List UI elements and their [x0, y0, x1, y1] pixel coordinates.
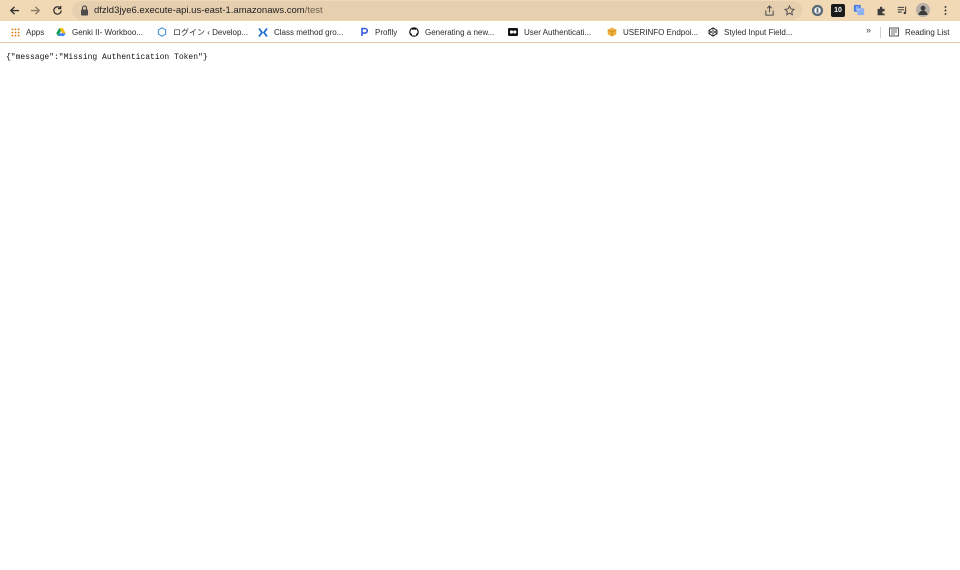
google-drive-icon [56, 27, 66, 37]
cube-icon [607, 27, 617, 37]
reload-button[interactable] [49, 2, 66, 19]
bookmarks-bar: Apps Genki II- Workboo... ログイン ‹ Develop… [0, 21, 960, 43]
reading-list-button[interactable]: Reading List [889, 25, 949, 39]
bookmark-label: User Authenticati... [524, 27, 592, 37]
forward-arrow-icon [30, 6, 41, 15]
bookmarks-divider [880, 27, 881, 38]
puzzle-extensions-icon[interactable] [874, 3, 888, 17]
url-host: dfzld3jye6.execute-api.us-east-1.amazona… [94, 5, 305, 16]
badge-extension-icon[interactable]: 10 [831, 3, 845, 17]
bookmark-userinfo[interactable]: USERINFO Endpoi... [607, 25, 698, 39]
bookmark-apps[interactable]: Apps [10, 25, 44, 39]
bookmark-proflly[interactable]: Proflly [359, 25, 397, 39]
back-button[interactable] [6, 2, 23, 19]
address-bar[interactable]: dfzld3jye6.execute-api.us-east-1.amazona… [72, 1, 802, 20]
class-method-icon [258, 27, 268, 37]
bookmark-label: Styled Input Field... [724, 27, 793, 37]
url-text: dfzld3jye6.execute-api.us-east-1.amazona… [94, 4, 323, 17]
github-icon [409, 27, 419, 37]
bookmark-label: Apps [26, 27, 45, 37]
bookmark-label: Genki II- Workboo... [72, 27, 143, 37]
bookmark-login-develop[interactable]: ログイン ‹ Develop... [157, 25, 248, 39]
bookmark-generating[interactable]: Generating a new... [409, 25, 494, 39]
apps-grid-icon [10, 27, 20, 37]
bookmark-label: Class method gro... [274, 27, 344, 37]
password-extension-icon[interactable] [810, 3, 824, 17]
reading-list-label: Reading List [905, 27, 950, 37]
share-icon[interactable] [763, 4, 776, 17]
media-icon [508, 27, 518, 37]
browser-toolbar: dfzld3jye6.execute-api.us-east-1.amazona… [0, 0, 960, 21]
bookmark-class-method[interactable]: Class method gro... [258, 25, 343, 39]
reading-list-icon [889, 27, 899, 37]
bookmark-label: Proflly [375, 27, 398, 37]
menu-kebab-icon[interactable] [938, 3, 952, 17]
bookmark-label: Generating a new... [425, 27, 495, 37]
codepen-icon [708, 27, 718, 37]
bookmark-genki[interactable]: Genki II- Workboo... [56, 25, 143, 39]
bookmark-label: USERINFO Endpoi... [623, 27, 699, 37]
back-arrow-icon [9, 6, 20, 15]
translate-icon[interactable]: G [852, 3, 866, 17]
page-content: {"message":"Missing Authentication Token… [0, 44, 960, 570]
bookmark-styled-input[interactable]: Styled Input Field... [708, 25, 792, 39]
bookmarks-overflow-button[interactable]: » [866, 25, 871, 35]
url-path: /test [304, 5, 323, 16]
bookmark-label: ログイン ‹ Develop... [173, 27, 249, 37]
bookmark-star-icon[interactable] [783, 4, 796, 17]
proflly-icon [359, 27, 369, 37]
json-response-text: {"message":"Missing Authentication Token… [6, 53, 208, 62]
forward-button[interactable] [27, 2, 44, 19]
bookmark-user-auth[interactable]: User Authenticati... [508, 25, 591, 39]
hexagon-icon [157, 27, 167, 37]
profile-avatar[interactable] [916, 3, 930, 17]
extension-badge: 10 [831, 3, 845, 17]
reload-icon [53, 5, 62, 15]
lock-icon [81, 5, 88, 16]
svg-text:G: G [856, 6, 860, 12]
media-control-icon[interactable] [895, 3, 909, 17]
